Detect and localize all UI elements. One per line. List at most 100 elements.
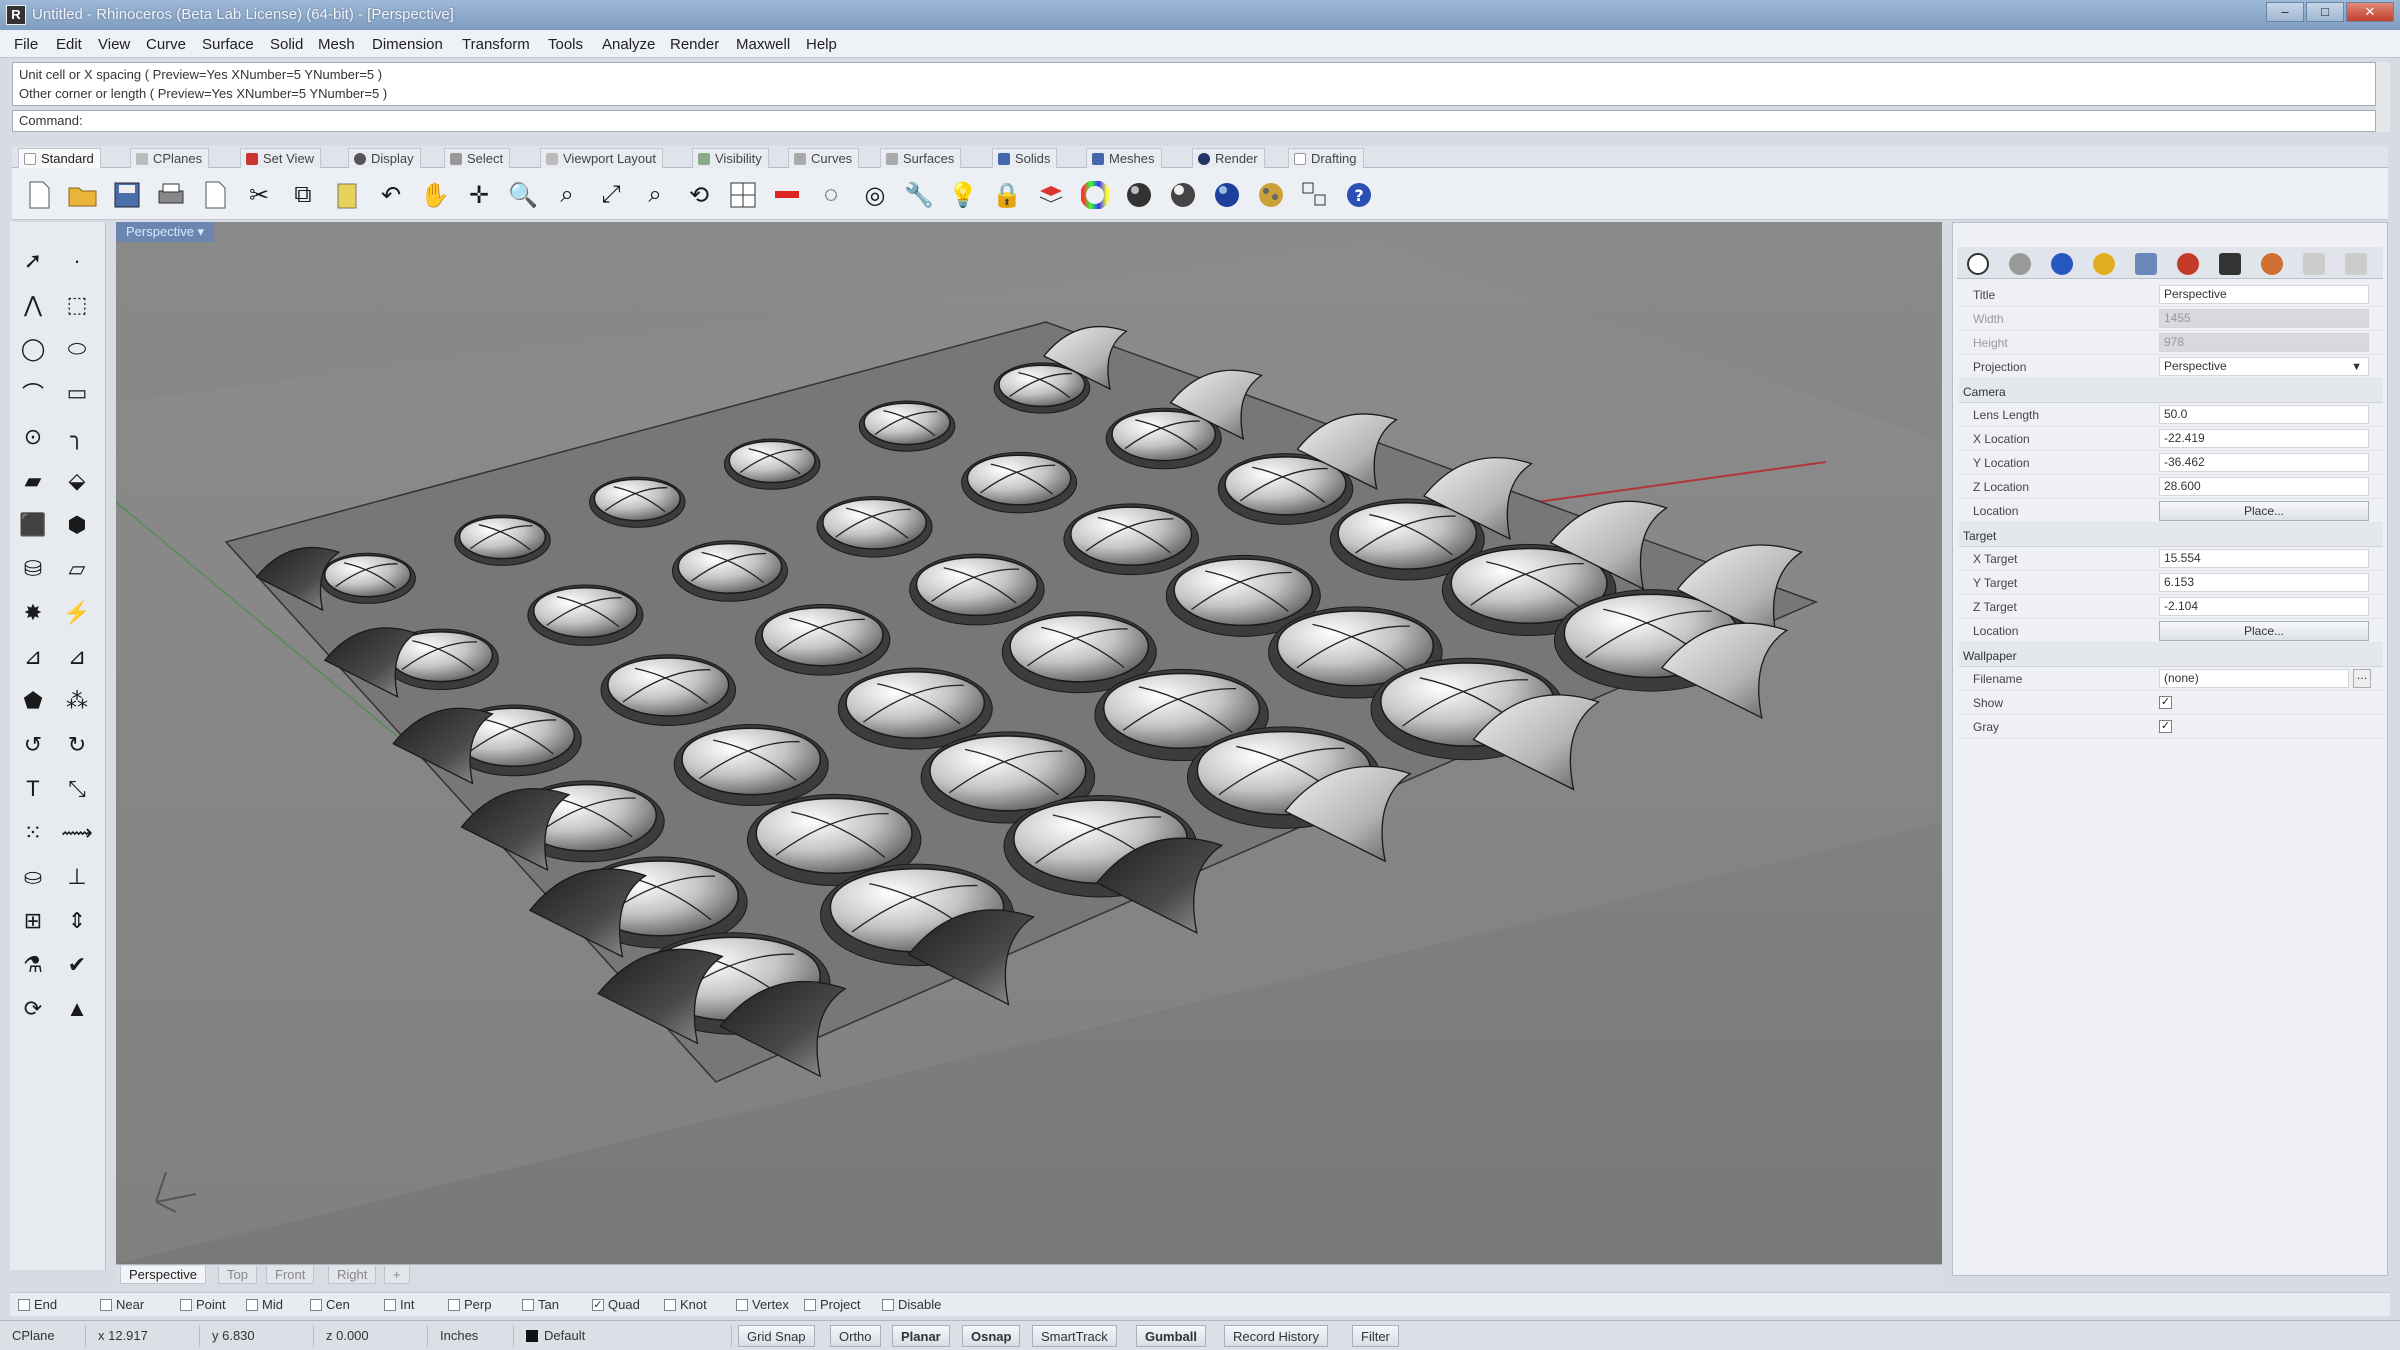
osnap-quad[interactable]: ✓ Quad [592, 1297, 640, 1312]
osnap-mid[interactable]: Mid [246, 1297, 283, 1312]
add-viewport-tab-button[interactable]: + [384, 1266, 410, 1284]
layers-icon[interactable] [1034, 178, 1068, 212]
move-icon[interactable]: ⤡ [60, 772, 94, 806]
osnap-checkbox[interactable] [180, 1298, 192, 1311]
menu-help[interactable]: Help [806, 36, 837, 53]
paste-icon[interactable] [330, 178, 364, 212]
lights-tab-icon[interactable] [2093, 253, 2115, 275]
text-icon[interactable]: T [16, 772, 50, 806]
tab-solids[interactable]: Solids [992, 148, 1058, 168]
target-place-button[interactable]: Place... [2159, 621, 2369, 641]
osnap-near[interactable]: Near [100, 1297, 144, 1312]
menu-analyze[interactable]: Analyze [602, 36, 655, 53]
array-icon[interactable]: ⁙ [16, 816, 50, 850]
menu-solid[interactable]: Solid [270, 36, 303, 53]
tab-display[interactable]: Display [348, 148, 421, 168]
menu-file[interactable]: File [14, 36, 38, 53]
tab-standard[interactable]: Standard [18, 148, 101, 168]
trim-icon[interactable]: ⊿ [16, 640, 50, 674]
osnap-checkbox[interactable] [522, 1298, 534, 1311]
projection-dropdown[interactable]: Perspective ▼ [2159, 357, 2369, 376]
curve-cv-icon[interactable]: ⬚ [60, 288, 94, 322]
help-tab-icon[interactable] [2345, 253, 2367, 275]
osnap-checkbox[interactable] [100, 1298, 112, 1311]
cylinder-icon[interactable]: ⛁ [16, 552, 50, 586]
tab-cplanes[interactable]: CPlanes [130, 148, 210, 168]
osnap-checkbox[interactable] [310, 1298, 322, 1311]
options-icon[interactable] [1298, 178, 1332, 212]
check-icon[interactable]: ✔ [60, 948, 94, 982]
copy-icon[interactable]: ⧉ [286, 178, 320, 212]
extend-icon[interactable]: ⊿ [60, 640, 94, 674]
layers-tab-icon[interactable] [2009, 253, 2031, 275]
osnap-disable[interactable]: Disable [882, 1297, 941, 1312]
osnap-checkbox[interactable] [882, 1298, 894, 1311]
camera-section-header[interactable]: Camera [1959, 379, 2383, 403]
browse-button[interactable]: … [2353, 669, 2371, 688]
loft-icon[interactable]: ⬙ [60, 464, 94, 498]
zoom-icon[interactable]: 🔍 [506, 178, 540, 212]
polyline-icon[interactable]: ⋀ [16, 288, 50, 322]
rendered-sphere-icon[interactable] [1166, 178, 1200, 212]
x-location-field[interactable]: -22.419 [2159, 429, 2369, 448]
perspective-viewport[interactable] [116, 222, 1942, 1264]
x-target-field[interactable]: 15.554 [2159, 549, 2369, 568]
points-on-icon[interactable]: ⁂ [60, 684, 94, 718]
menu-render[interactable]: Render [670, 36, 719, 53]
osnap-project[interactable]: Project [804, 1297, 860, 1312]
zoom-window-icon[interactable]: ⌕ [550, 178, 584, 212]
cplane-indicator[interactable]: CPlane [4, 1325, 86, 1347]
split-icon[interactable]: ⚡ [60, 596, 94, 630]
page-setup-icon[interactable] [198, 178, 232, 212]
lens-length-field[interactable]: 50.0 [2159, 405, 2369, 424]
boolean-icon[interactable]: ⬢ [60, 508, 94, 542]
hide-icon[interactable] [770, 178, 804, 212]
fillet-icon[interactable]: ╮ [60, 420, 94, 454]
wallpaper-section-header[interactable]: Wallpaper [1959, 643, 2383, 667]
flow-icon[interactable]: ⟿ [60, 816, 94, 850]
planar-button[interactable]: Planar [892, 1325, 950, 1347]
osnap-perp[interactable]: Perp [448, 1297, 491, 1312]
camera-tab-icon[interactable] [2219, 253, 2241, 275]
osnap-checkbox[interactable] [246, 1298, 258, 1311]
viewport-tab-perspective[interactable]: Perspective [120, 1266, 206, 1284]
zoom-selected-icon[interactable]: ⌕ [638, 178, 672, 212]
render-sphere-icon[interactable] [1210, 178, 1244, 212]
gumball-button[interactable]: Gumball [1136, 1325, 1207, 1347]
tab-viewport-layout[interactable]: Viewport Layout [540, 148, 663, 168]
rotate-view-icon[interactable]: ⟲ [682, 178, 716, 212]
menu-maxwell[interactable]: Maxwell [736, 36, 790, 53]
tab-render[interactable]: Render [1192, 148, 1265, 168]
circle-center-icon[interactable]: ⊙ [16, 420, 50, 454]
title-field[interactable]: Perspective [2159, 285, 2369, 304]
arc-icon[interactable]: ⌒ [16, 376, 50, 410]
tab-curves[interactable]: Curves [788, 148, 860, 168]
command-input[interactable]: Command: [12, 110, 2376, 132]
gray-wallpaper-checkbox[interactable]: ✓ [2159, 720, 2172, 733]
render-mesh-icon[interactable]: ▲ [60, 992, 94, 1026]
y-location-field[interactable]: -36.462 [2159, 453, 2369, 472]
save-icon[interactable] [110, 178, 144, 212]
smarttrack-button[interactable]: SmartTrack [1032, 1325, 1117, 1347]
y-target-field[interactable]: 6.153 [2159, 573, 2369, 592]
circle-icon[interactable]: ◯ [16, 332, 50, 366]
osnap-vertex[interactable]: Vertex [736, 1297, 789, 1312]
print-icon[interactable] [154, 178, 188, 212]
viewport-tab-right[interactable]: Right [328, 1266, 377, 1284]
osnap-tan[interactable]: Tan [522, 1297, 559, 1312]
layer-indicator[interactable]: Default [518, 1325, 732, 1347]
osnap-checkbox[interactable] [448, 1298, 460, 1311]
osnap-button[interactable]: Osnap [962, 1325, 1021, 1347]
viewport-title[interactable]: Perspective ▾ [116, 222, 215, 242]
grid-array-icon[interactable]: ⊞ [16, 904, 50, 938]
menu-dimension[interactable]: Dimension [372, 36, 443, 53]
osnap-checkbox[interactable] [804, 1298, 816, 1311]
transform-icon[interactable]: ⟳ [16, 992, 50, 1026]
viewport-tab-top[interactable]: Top [218, 1266, 257, 1284]
close-button[interactable]: ✕ [2346, 2, 2394, 22]
pan-icon[interactable]: ✛ [462, 178, 496, 212]
box-icon[interactable]: ⬛ [16, 508, 50, 542]
pan-hand-icon[interactable]: ✋ [418, 178, 452, 212]
notes-tab-icon[interactable] [2303, 253, 2325, 275]
shaded-sphere-icon[interactable] [1122, 178, 1156, 212]
